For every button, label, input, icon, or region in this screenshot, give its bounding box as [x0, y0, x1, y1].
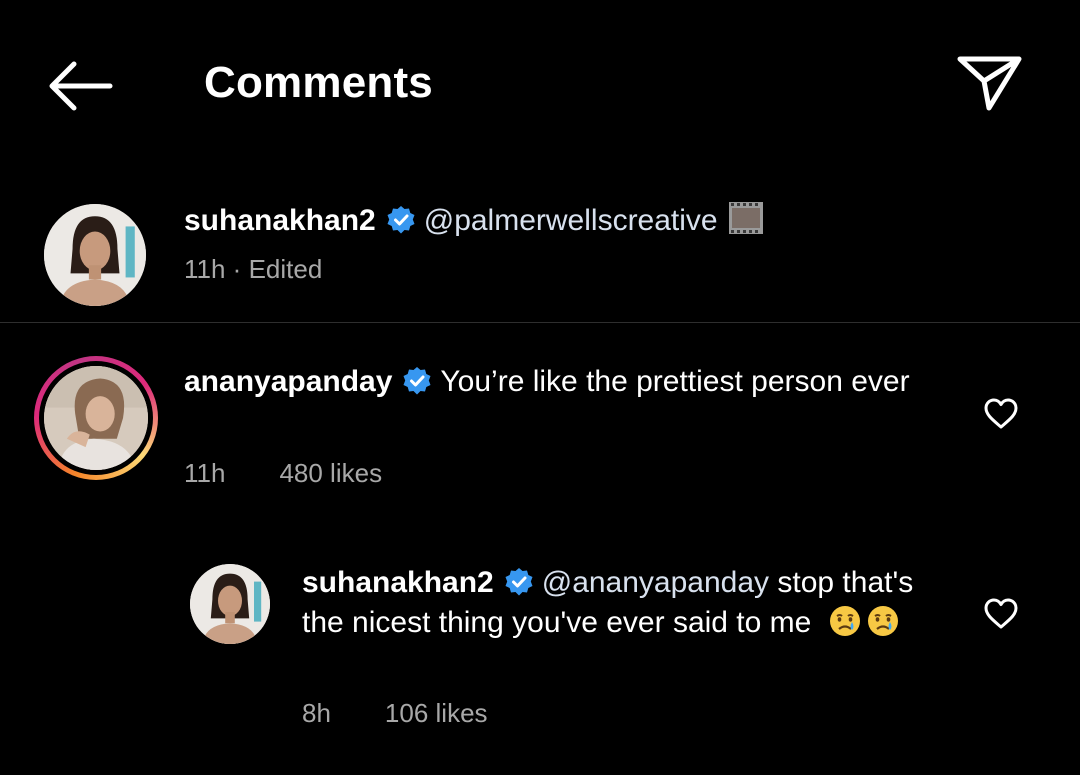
- mention-link[interactable]: @palmerwellscreative: [424, 204, 718, 237]
- timestamp: 8h: [302, 698, 331, 728]
- comment-body: You’re like the prettiest person ever: [440, 365, 910, 398]
- ring-inner: [39, 361, 153, 475]
- comment-meta: 11h 480 likes: [184, 458, 436, 489]
- arrow-left-icon: [49, 61, 113, 111]
- caption-text: suhanakhan2 @palmerwellscreative: [184, 200, 944, 241]
- reply-text: suhanakhan2 @ananyapanday stop that's the…: [302, 563, 922, 643]
- like-button[interactable]: [984, 398, 1018, 430]
- crying-face-emoji-icon: [829, 606, 860, 636]
- likes-count[interactable]: 480 likes: [279, 458, 382, 488]
- edited-label: Edited: [248, 254, 323, 284]
- paper-plane-icon: [957, 56, 1022, 111]
- avatar[interactable]: [44, 204, 146, 306]
- timestamp: 11h: [184, 254, 226, 284]
- divider: [0, 322, 1080, 323]
- crying-face-emoji-icon: [867, 606, 898, 636]
- username[interactable]: ananyapanday: [184, 365, 392, 398]
- comments-screen: Comments suhanakhan2 @palmerwellscreative…: [0, 0, 1080, 775]
- timestamp: 11h: [184, 458, 226, 488]
- mention-link[interactable]: @ananyapanday: [542, 566, 769, 599]
- header-bar: Comments: [0, 0, 1080, 170]
- meta-separator: ·: [225, 254, 249, 284]
- heart-outline-icon: [984, 598, 1018, 629]
- verified-badge-icon: [403, 367, 431, 395]
- share-button[interactable]: [955, 50, 1025, 116]
- avatar-photo: [190, 564, 270, 644]
- avatar[interactable]: [190, 564, 270, 644]
- username[interactable]: suhanakhan2: [302, 566, 494, 599]
- username[interactable]: suhanakhan2: [184, 204, 376, 237]
- story-ring-avatar[interactable]: [34, 356, 158, 480]
- reply-meta: 8h 106 likes: [302, 698, 542, 729]
- film-frame-icon: [728, 202, 763, 234]
- like-button[interactable]: [984, 598, 1018, 630]
- heart-outline-icon: [984, 398, 1018, 429]
- caption-comment: suhanakhan2 @palmerwellscreative 11h · Ed…: [0, 196, 1080, 322]
- avatar-photo: [44, 366, 148, 470]
- back-button[interactable]: [44, 58, 114, 114]
- verified-badge-icon: [505, 568, 533, 596]
- likes-count[interactable]: 106 likes: [385, 698, 488, 728]
- avatar: [44, 366, 148, 470]
- avatar-photo: [44, 204, 146, 306]
- caption-meta: 11h · Edited: [184, 254, 322, 285]
- comment-text: ananyapanday You’re like the prettiest pe…: [184, 362, 924, 402]
- verified-badge-icon: [387, 206, 415, 234]
- page-title: Comments: [204, 58, 433, 107]
